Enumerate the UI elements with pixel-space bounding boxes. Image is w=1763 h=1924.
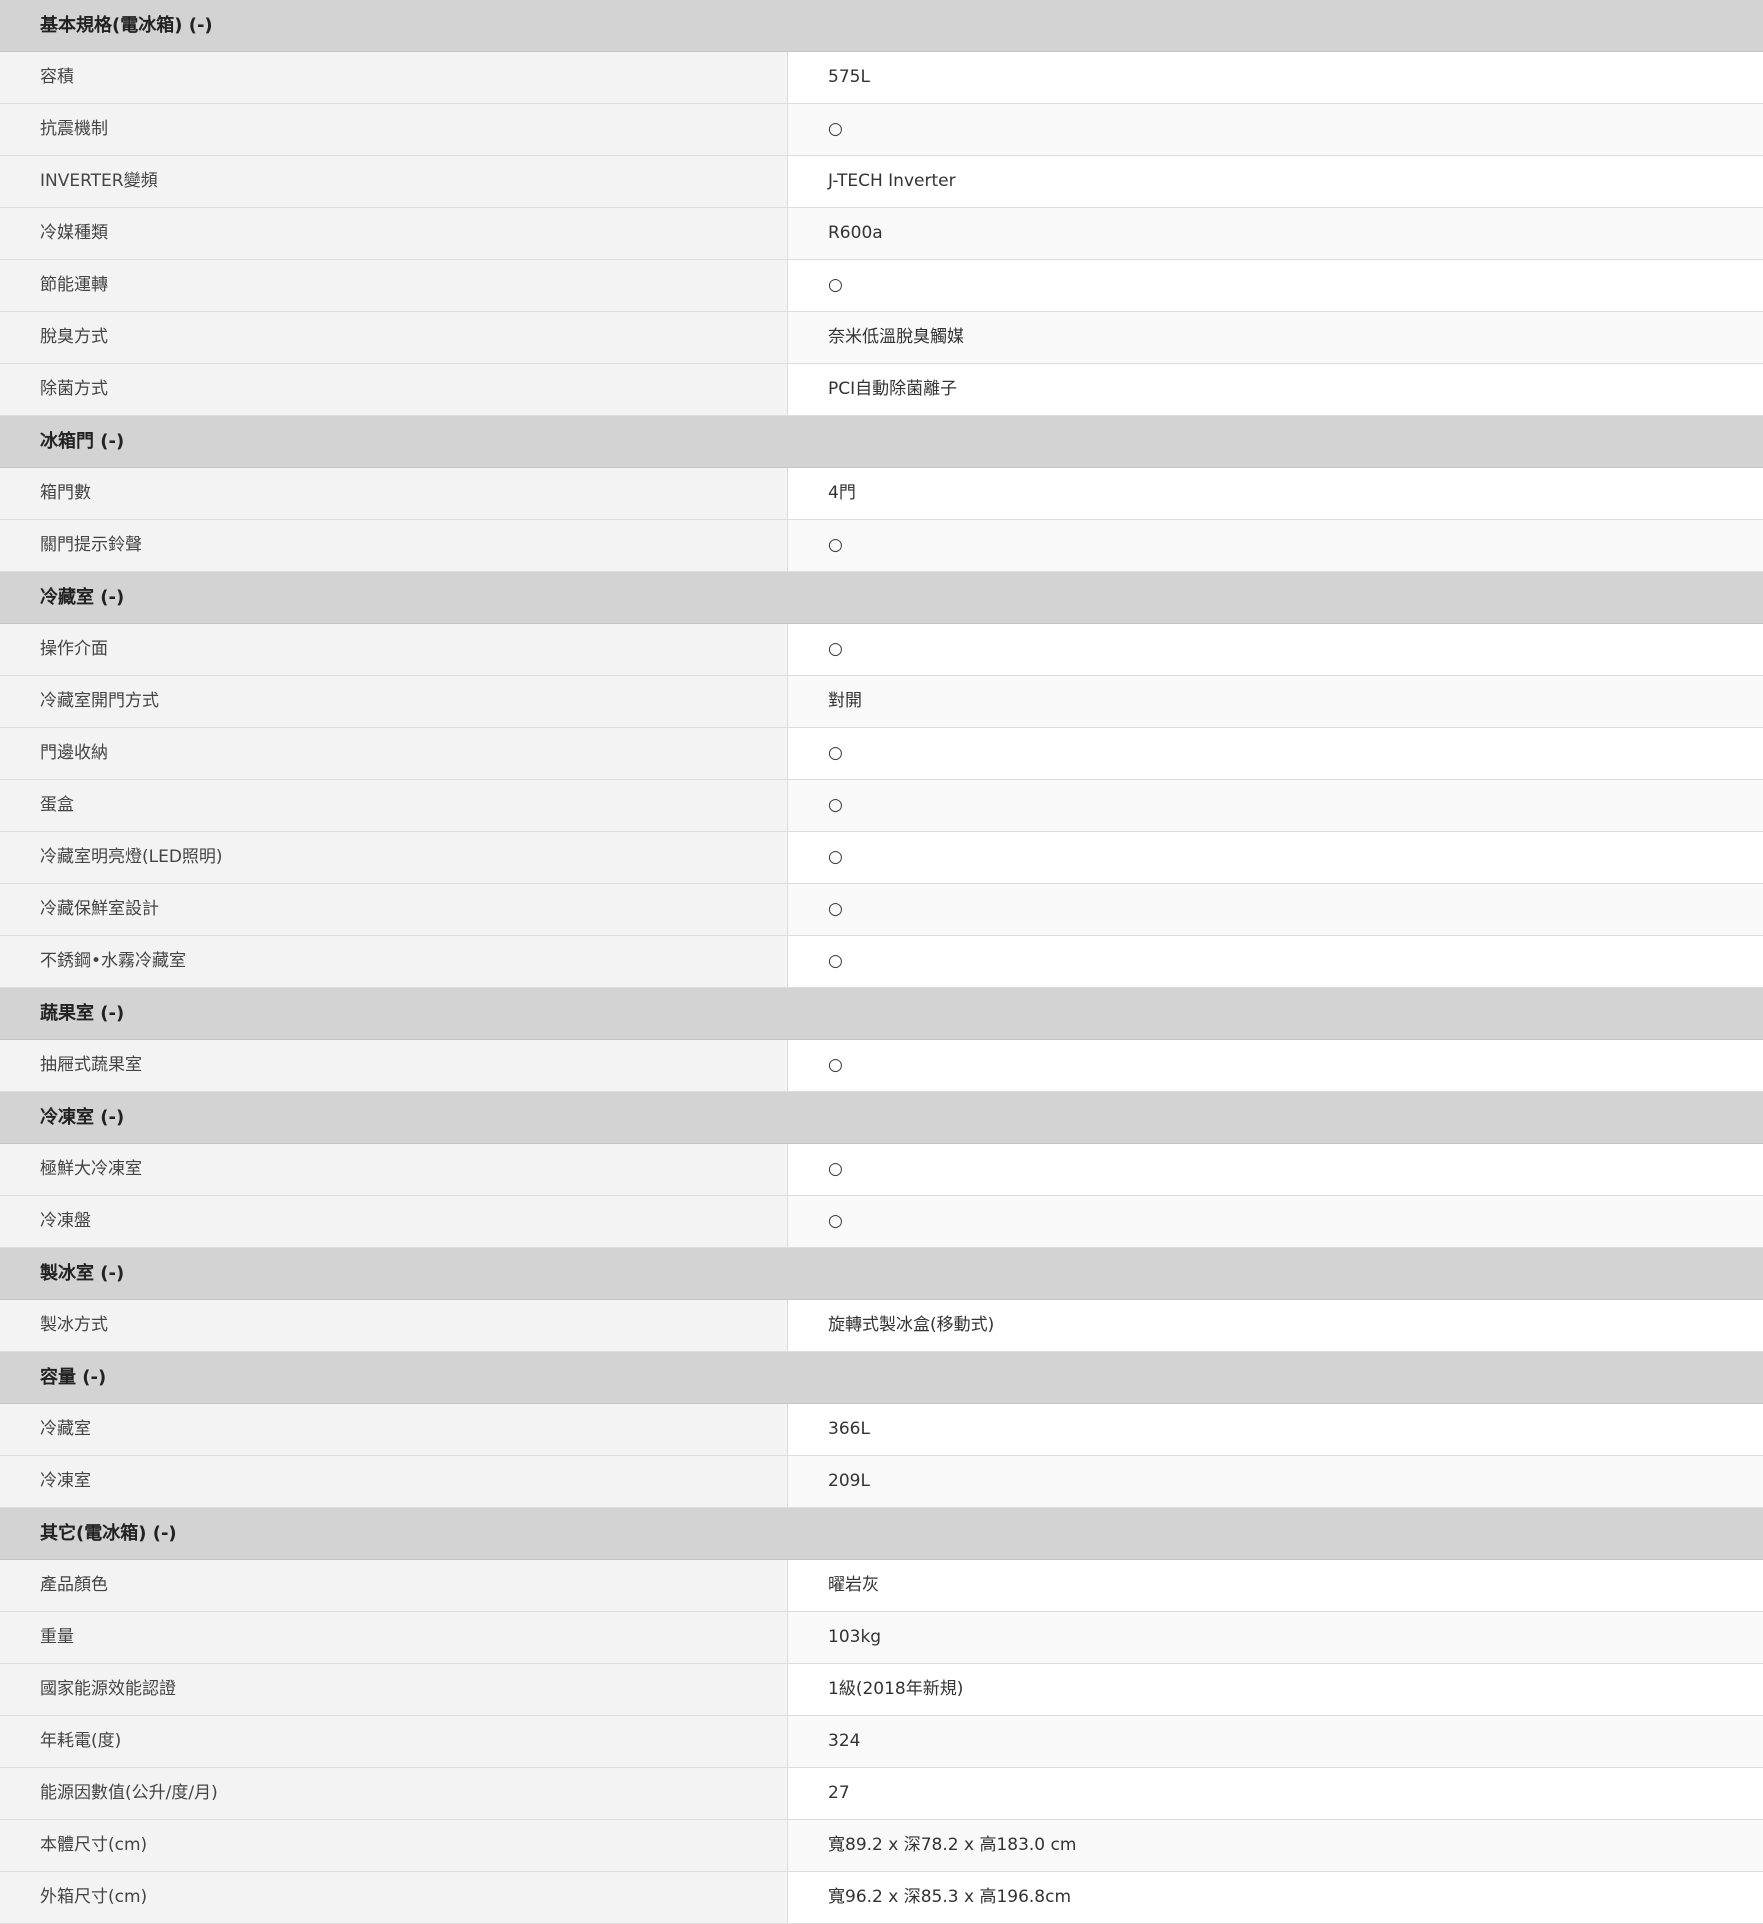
spec-label: 抽屜式蔬果室: [0, 1040, 788, 1091]
section-header: 冷藏室 (-): [0, 572, 1763, 624]
spec-row: 容積 575L: [0, 52, 1763, 104]
spec-label: 冷藏室開門方式: [0, 676, 788, 727]
spec-value: 103kg: [788, 1612, 1763, 1663]
spec-row: 冷藏保鮮室設計 ○: [0, 884, 1763, 936]
spec-label: 操作介面: [0, 624, 788, 675]
spec-label: 國家能源效能認證: [0, 1664, 788, 1715]
spec-value: 寬96.2 x 深85.3 x 高196.8cm: [788, 1872, 1763, 1923]
spec-row: 製冰方式 旋轉式製冰盒(移動式): [0, 1300, 1763, 1352]
spec-value: 旋轉式製冰盒(移動式): [788, 1300, 1763, 1351]
supported-circle-icon: ○: [788, 1040, 1763, 1091]
supported-circle-icon: ○: [788, 1196, 1763, 1247]
spec-label: 製冰方式: [0, 1300, 788, 1351]
section-header: 其它(電冰箱) (-): [0, 1508, 1763, 1560]
supported-circle-icon: ○: [788, 728, 1763, 779]
spec-row: 產品顏色 曜岩灰: [0, 1560, 1763, 1612]
section-header: 冷凍室 (-): [0, 1092, 1763, 1144]
spec-label: 抗震機制: [0, 104, 788, 155]
spec-row: 冷藏室開門方式 對開: [0, 676, 1763, 728]
spec-row: 能源因數值(公升/度/月) 27: [0, 1768, 1763, 1820]
spec-value: 27: [788, 1768, 1763, 1819]
spec-row: 國家能源效能認證 1級(2018年新規): [0, 1664, 1763, 1716]
spec-row: 關門提示鈴聲 ○: [0, 520, 1763, 572]
supported-circle-icon: ○: [788, 104, 1763, 155]
supported-circle-icon: ○: [788, 832, 1763, 883]
spec-value: 324: [788, 1716, 1763, 1767]
section-header: 蔬果室 (-): [0, 988, 1763, 1040]
supported-circle-icon: ○: [788, 936, 1763, 987]
spec-label: 重量: [0, 1612, 788, 1663]
spec-label: 產品顏色: [0, 1560, 788, 1611]
spec-row: 節能運轉 ○: [0, 260, 1763, 312]
spec-row: 冷凍盤 ○: [0, 1196, 1763, 1248]
spec-row: 極鮮大冷凍室 ○: [0, 1144, 1763, 1196]
spec-label: 容積: [0, 52, 788, 103]
spec-label: 冷凍室: [0, 1456, 788, 1507]
section-header: 製冰室 (-): [0, 1248, 1763, 1300]
spec-row: 箱門數 4門: [0, 468, 1763, 520]
spec-row: 抽屜式蔬果室 ○: [0, 1040, 1763, 1092]
spec-label: 外箱尺寸(cm): [0, 1872, 788, 1923]
spec-value: 曜岩灰: [788, 1560, 1763, 1611]
spec-value: 209L: [788, 1456, 1763, 1507]
spec-value: J-TECH Inverter: [788, 156, 1763, 207]
spec-value: 對開: [788, 676, 1763, 727]
supported-circle-icon: ○: [788, 884, 1763, 935]
spec-row: 脫臭方式 奈米低溫脫臭觸媒: [0, 312, 1763, 364]
spec-label: 節能運轉: [0, 260, 788, 311]
spec-label: 箱門數: [0, 468, 788, 519]
section-header: 冰箱門 (-): [0, 416, 1763, 468]
spec-label: 冷藏保鮮室設計: [0, 884, 788, 935]
supported-circle-icon: ○: [788, 624, 1763, 675]
spec-row: 蛋盒 ○: [0, 780, 1763, 832]
spec-label: INVERTER變頻: [0, 156, 788, 207]
spec-label: 除菌方式: [0, 364, 788, 415]
spec-label: 冷藏室明亮燈(LED照明): [0, 832, 788, 883]
section-header: 基本規格(電冰箱) (-): [0, 0, 1763, 52]
spec-value: R600a: [788, 208, 1763, 259]
spec-row: 冷媒種類 R600a: [0, 208, 1763, 260]
spec-row: 抗震機制 ○: [0, 104, 1763, 156]
spec-value: 寬89.2 x 深78.2 x 高183.0 cm: [788, 1820, 1763, 1871]
spec-value: 4門: [788, 468, 1763, 519]
supported-circle-icon: ○: [788, 520, 1763, 571]
spec-label: 冷媒種類: [0, 208, 788, 259]
spec-value: 1級(2018年新規): [788, 1664, 1763, 1715]
spec-row: 操作介面 ○: [0, 624, 1763, 676]
spec-table: 基本規格(電冰箱) (-) 容積 575L 抗震機制 ○ INVERTER變頻 J-TECH…: [0, 0, 1763, 1924]
spec-label: 能源因數值(公升/度/月): [0, 1768, 788, 1819]
spec-label: 關門提示鈴聲: [0, 520, 788, 571]
supported-circle-icon: ○: [788, 1144, 1763, 1195]
spec-row: 重量 103kg: [0, 1612, 1763, 1664]
spec-row: 本體尺寸(cm) 寬89.2 x 深78.2 x 高183.0 cm: [0, 1820, 1763, 1872]
spec-row: 年耗電(度) 324: [0, 1716, 1763, 1768]
spec-label: 蛋盒: [0, 780, 788, 831]
spec-row: INVERTER變頻 J-TECH Inverter: [0, 156, 1763, 208]
spec-label: 極鮮大冷凍室: [0, 1144, 788, 1195]
spec-label: 冷凍盤: [0, 1196, 788, 1247]
spec-row: 門邊收納 ○: [0, 728, 1763, 780]
spec-value: 366L: [788, 1404, 1763, 1455]
spec-row: 冷藏室明亮燈(LED照明) ○: [0, 832, 1763, 884]
spec-label: 門邊收納: [0, 728, 788, 779]
spec-label: 脫臭方式: [0, 312, 788, 363]
spec-label: 年耗電(度): [0, 1716, 788, 1767]
spec-label: 冷藏室: [0, 1404, 788, 1455]
spec-row: 冷藏室 366L: [0, 1404, 1763, 1456]
spec-row: 冷凍室 209L: [0, 1456, 1763, 1508]
spec-value: PCI自動除菌離子: [788, 364, 1763, 415]
supported-circle-icon: ○: [788, 260, 1763, 311]
spec-row: 不銹鋼•水霧冷藏室 ○: [0, 936, 1763, 988]
spec-row: 除菌方式 PCI自動除菌離子: [0, 364, 1763, 416]
supported-circle-icon: ○: [788, 780, 1763, 831]
section-header: 容量 (-): [0, 1352, 1763, 1404]
spec-label: 本體尺寸(cm): [0, 1820, 788, 1871]
spec-value: 奈米低溫脫臭觸媒: [788, 312, 1763, 363]
spec-value: 575L: [788, 52, 1763, 103]
spec-label: 不銹鋼•水霧冷藏室: [0, 936, 788, 987]
spec-row: 外箱尺寸(cm) 寬96.2 x 深85.3 x 高196.8cm: [0, 1872, 1763, 1924]
